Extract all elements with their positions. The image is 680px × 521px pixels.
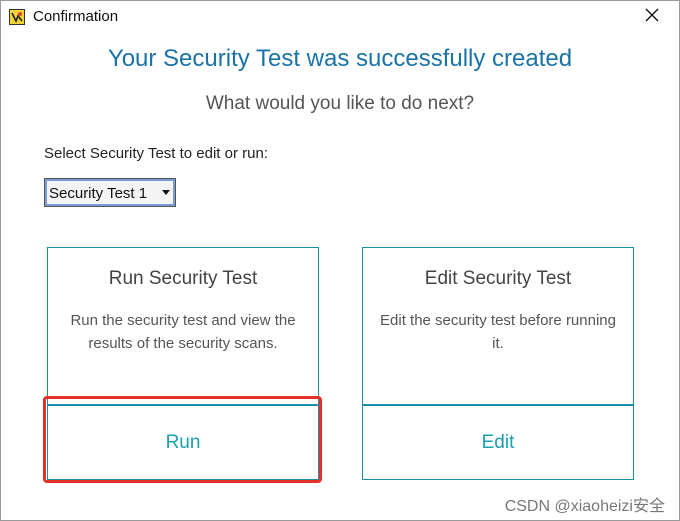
edit-button[interactable]: Edit xyxy=(363,406,633,479)
selected-test-value: Security Test 1 xyxy=(49,185,148,202)
confirmation-dialog: Confirmation Your Security Test was succ… xyxy=(0,0,680,521)
window-title: Confirmation xyxy=(33,8,119,25)
edit-card-title: Edit Security Test xyxy=(424,268,572,289)
edit-security-test-card: Edit Security Test Edit the security tes… xyxy=(362,247,634,480)
test-select-label: Select Security Test to edit or run: xyxy=(44,145,268,162)
chevron-down-icon xyxy=(162,190,170,195)
title-bar: Confirmation xyxy=(1,1,679,33)
run-card-description: Run the security test and view the resul… xyxy=(70,312,296,352)
close-button[interactable] xyxy=(629,1,675,33)
security-test-dropdown[interactable]: Security Test 1 xyxy=(44,178,176,207)
run-card-info: Run Security Test Run the security test … xyxy=(48,248,318,405)
close-icon xyxy=(645,8,659,27)
edit-card-description: Edit the security test before running it… xyxy=(380,312,616,352)
success-headline: Your Security Test was successfully crea… xyxy=(107,45,573,72)
edit-card-info: Edit Security Test Edit the security tes… xyxy=(363,248,633,405)
watermark: CSDN @xiaoheizi安全 xyxy=(504,498,665,515)
next-step-question: What would you like to do next? xyxy=(205,93,475,114)
run-card-title: Run Security Test xyxy=(108,268,258,289)
app-icon xyxy=(9,9,25,25)
run-highlight-box xyxy=(43,396,322,483)
